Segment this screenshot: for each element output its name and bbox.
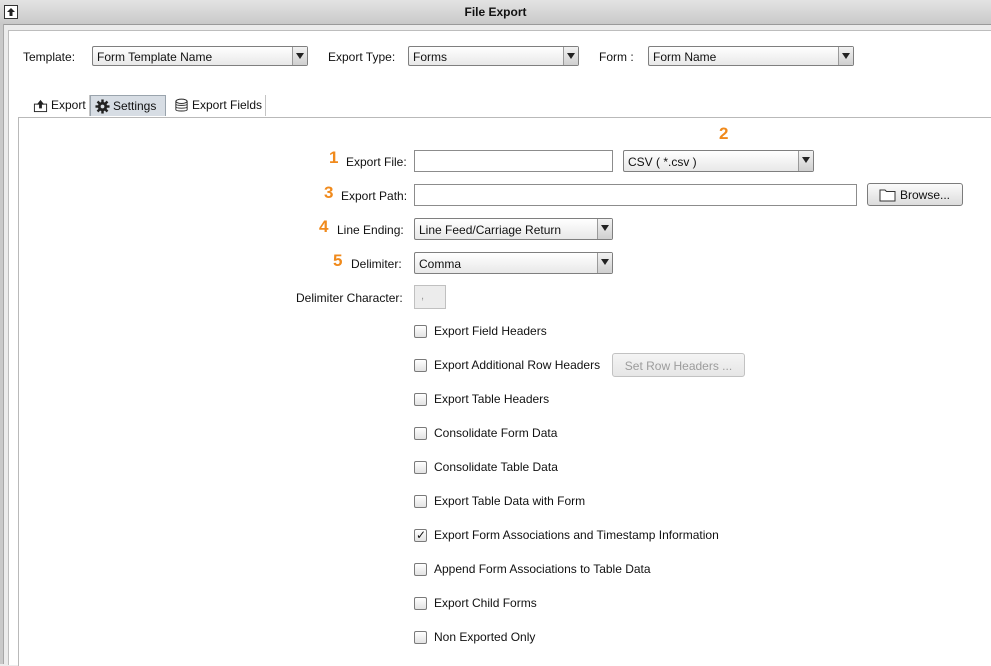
delimiter-select[interactable]: Comma <box>414 252 613 274</box>
folder-icon <box>879 189 896 202</box>
database-icon <box>175 98 188 112</box>
option-label: Consolidate Table Data <box>434 460 558 474</box>
template-select[interactable]: Form Template Name <box>92 46 308 66</box>
form-select[interactable]: Form Name <box>648 46 854 66</box>
line-ending-select[interactable]: Line Feed/Carriage Return <box>414 218 613 240</box>
chevron-down-icon[interactable] <box>292 47 307 65</box>
checkbox-checked[interactable]: ✓ <box>414 528 427 542</box>
tab-settings-label: Settings <box>113 99 157 113</box>
checkbox[interactable] <box>414 393 427 406</box>
dialog-content: Template: Form Template Name Export Type… <box>8 30 991 666</box>
chevron-down-icon[interactable] <box>798 151 813 171</box>
browse-button[interactable]: Browse... <box>867 183 963 206</box>
line-ending-value: Line Feed/Carriage Return <box>419 223 562 237</box>
delimiter-value: Comma <box>419 257 462 271</box>
marker-4: 4 <box>319 217 329 236</box>
export-file-label: Export File: <box>346 155 407 169</box>
window-title: File Export <box>464 5 527 19</box>
export-file-input[interactable] <box>414 150 613 172</box>
marker-1: 1 <box>329 148 339 167</box>
delimiter-character-label: Delimiter Character: <box>296 291 403 305</box>
tab-export-fields[interactable]: Export Fields <box>170 95 266 116</box>
checkbox[interactable] <box>414 631 427 644</box>
set-row-headers-label: Set Row Headers ... <box>624 359 733 373</box>
marker-5: 5 <box>333 251 343 270</box>
tab-export-label: Export <box>51 98 86 112</box>
export-type-label: Export Type: <box>328 50 396 64</box>
export-icon <box>33 99 48 113</box>
window-border <box>0 24 4 664</box>
template-select-value: Form Template Name <box>97 50 213 64</box>
option-label: Export Table Data with Form <box>434 494 586 508</box>
file-format-select[interactable]: CSV ( *.csv ) <box>623 150 814 172</box>
checkbox[interactable] <box>414 461 427 474</box>
option-label: Append Form Associations to Table Data <box>434 562 651 576</box>
tab-export-fields-label: Export Fields <box>192 98 263 112</box>
tab-export[interactable]: Export <box>29 95 90 116</box>
delimiter-label: Delimiter: <box>351 257 402 271</box>
option-label: Export Form Associations and Timestamp I… <box>434 528 719 542</box>
option-label: Export Additional Row Headers <box>434 358 601 372</box>
delimiter-character-input[interactable]: , <box>414 285 446 309</box>
checkmark-icon: ✓ <box>416 528 427 542</box>
delimiter-character-value: , <box>421 290 425 302</box>
option-label: Export Table Headers <box>434 392 550 406</box>
tab-settings[interactable]: Settings <box>90 95 166 116</box>
checkbox[interactable] <box>414 359 427 372</box>
option-label: Export Child Forms <box>434 596 537 610</box>
option-label: Export Field Headers <box>434 324 547 338</box>
chevron-down-icon[interactable] <box>838 47 853 65</box>
option-label: Non Exported Only <box>434 630 536 644</box>
chevron-down-icon[interactable] <box>597 219 612 239</box>
marker-2: 2 <box>719 124 729 143</box>
chevron-down-icon[interactable] <box>597 253 612 273</box>
title-bar: File Export <box>0 0 991 25</box>
export-type-select-value: Forms <box>413 50 447 64</box>
checkbox[interactable] <box>414 597 427 610</box>
export-path-input[interactable] <box>414 184 857 206</box>
file-format-value: CSV ( *.csv ) <box>628 155 697 169</box>
form-select-value: Form Name <box>653 50 717 64</box>
checkbox[interactable] <box>414 427 427 440</box>
marker-3: 3 <box>324 183 334 202</box>
gear-icon <box>95 99 110 114</box>
browse-button-label: Browse... <box>900 188 951 202</box>
chevron-down-icon[interactable] <box>563 47 578 65</box>
form-label: Form : <box>599 50 634 64</box>
checkbox[interactable] <box>414 563 427 576</box>
export-type-select[interactable]: Forms <box>408 46 579 66</box>
line-ending-label: Line Ending: <box>337 223 404 237</box>
settings-panel: 1 2 3 4 5 Export File: CSV ( *.csv ) Exp… <box>18 117 991 666</box>
checkbox[interactable] <box>414 495 427 508</box>
template-label: Template: <box>23 50 76 64</box>
checkbox[interactable] <box>414 325 427 338</box>
set-row-headers-button[interactable]: Set Row Headers ... <box>612 353 745 377</box>
option-label: Consolidate Form Data <box>434 426 558 440</box>
export-path-label: Export Path: <box>341 189 408 203</box>
